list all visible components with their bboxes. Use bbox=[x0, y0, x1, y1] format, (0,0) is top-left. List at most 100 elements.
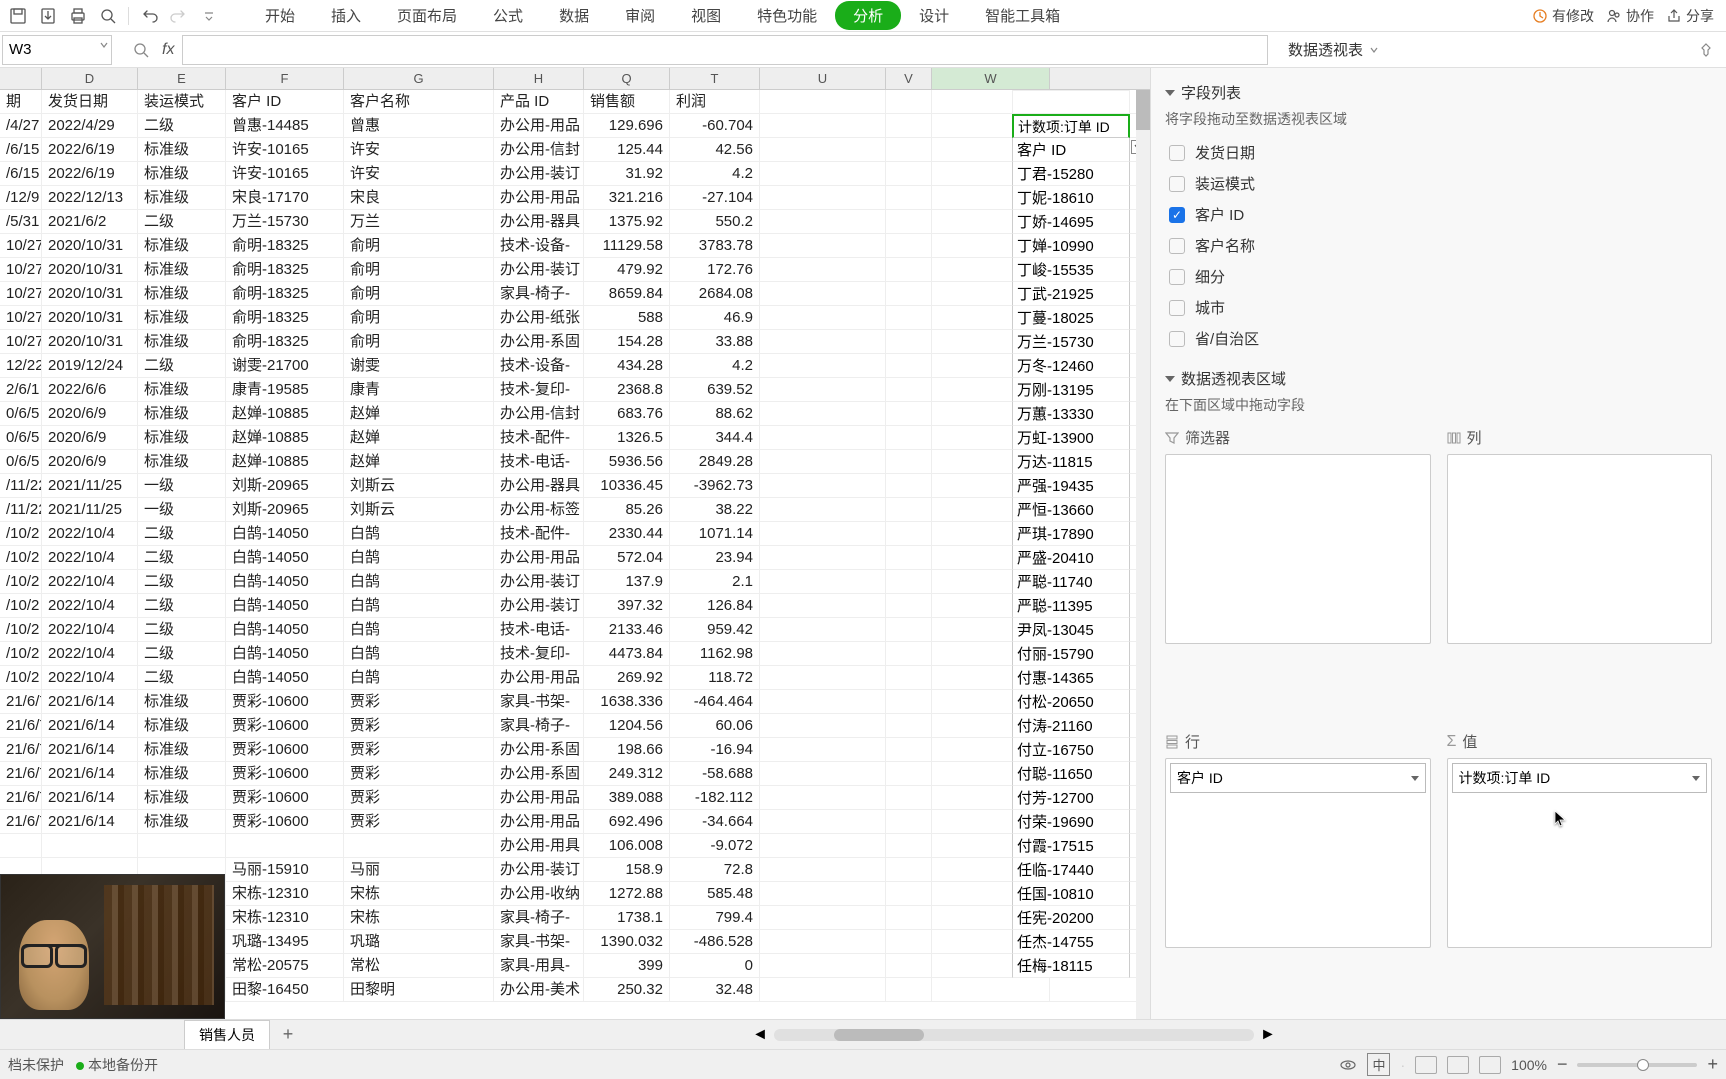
cell[interactable]: 23.94 bbox=[670, 546, 760, 569]
field-item[interactable]: 细分 bbox=[1165, 261, 1712, 292]
cell[interactable]: 田黎明 bbox=[344, 978, 494, 1001]
cell[interactable] bbox=[886, 498, 932, 521]
cell[interactable]: 万兰-15730 bbox=[226, 210, 344, 233]
cell[interactable]: 2684.08 bbox=[670, 282, 760, 305]
cell[interactable] bbox=[886, 978, 932, 1001]
cell[interactable]: /5/31 bbox=[0, 210, 42, 233]
save-icon[interactable] bbox=[4, 3, 32, 29]
cell[interactable] bbox=[760, 786, 886, 809]
col-header[interactable]: V bbox=[886, 68, 932, 89]
cell[interactable]: 白鹄-14050 bbox=[226, 594, 344, 617]
name-box[interactable]: W3 bbox=[2, 35, 112, 65]
cell[interactable]: 一级 bbox=[138, 474, 226, 497]
cell[interactable]: 1071.14 bbox=[670, 522, 760, 545]
undo-icon[interactable] bbox=[135, 3, 163, 29]
cell[interactable]: 21/6/7 bbox=[0, 690, 42, 713]
cell[interactable]: 118.72 bbox=[670, 666, 760, 689]
cell[interactable] bbox=[760, 882, 886, 905]
cell[interactable]: 技术-配件- bbox=[494, 426, 584, 449]
cell[interactable]: 标准级 bbox=[138, 450, 226, 473]
cell[interactable] bbox=[760, 642, 886, 665]
cell[interactable]: 办公用-器具 bbox=[494, 210, 584, 233]
cell[interactable] bbox=[760, 858, 886, 881]
cell[interactable] bbox=[886, 570, 932, 593]
cell[interactable]: 马丽 bbox=[344, 858, 494, 881]
cell[interactable]: 办公用-系固 bbox=[494, 762, 584, 785]
cell[interactable]: 谢雯 bbox=[344, 354, 494, 377]
cell[interactable]: 标准级 bbox=[138, 738, 226, 761]
header-cell[interactable]: 发货日期 bbox=[42, 90, 138, 113]
cell[interactable]: -464.464 bbox=[670, 690, 760, 713]
col-header[interactable]: H bbox=[494, 68, 584, 89]
cell[interactable] bbox=[760, 378, 886, 401]
cell[interactable]: 1738.1 bbox=[584, 906, 670, 929]
cell[interactable]: 二级 bbox=[138, 570, 226, 593]
cell[interactable]: 959.42 bbox=[670, 618, 760, 641]
cell[interactable] bbox=[886, 210, 932, 233]
cell[interactable]: 白鹄 bbox=[344, 522, 494, 545]
cell[interactable]: 1390.032 bbox=[584, 930, 670, 953]
cell[interactable]: 二级 bbox=[138, 210, 226, 233]
table-row[interactable]: /5/312021/6/2二级万兰-15730万兰办公用-器具1375.9255… bbox=[0, 210, 1150, 234]
rows-area[interactable]: 行 客户 ID bbox=[1165, 731, 1431, 1019]
cell[interactable]: 2020/6/9 bbox=[42, 450, 138, 473]
table-row[interactable]: 办公用-用具106.008-9.072 bbox=[0, 834, 1150, 858]
cell[interactable] bbox=[886, 906, 932, 929]
cell[interactable]: 技术-复印- bbox=[494, 642, 584, 665]
cell[interactable]: 技术-设备- bbox=[494, 354, 584, 377]
cell[interactable]: 办公用-美术 bbox=[494, 978, 584, 1001]
cell[interactable]: 38.22 bbox=[670, 498, 760, 521]
cell[interactable]: 0/6/5 bbox=[0, 402, 42, 425]
cell[interactable]: 标准级 bbox=[138, 786, 226, 809]
cell[interactable] bbox=[886, 426, 932, 449]
save-as-icon[interactable] bbox=[34, 3, 62, 29]
cell[interactable]: 办公用-信封 bbox=[494, 138, 584, 161]
cell[interactable]: 俞明-18325 bbox=[226, 258, 344, 281]
pivot-data-cell[interactable]: 万刚-13195 bbox=[1012, 378, 1130, 402]
cell[interactable]: 许安 bbox=[344, 138, 494, 161]
cell[interactable] bbox=[886, 834, 932, 857]
ribbon-tab-1[interactable]: 插入 bbox=[313, 0, 379, 32]
pivot-data-cell[interactable]: 尹凤-13045 bbox=[1012, 618, 1130, 642]
cell[interactable] bbox=[760, 402, 886, 425]
col-header[interactable]: D bbox=[42, 68, 138, 89]
cell[interactable]: -27.104 bbox=[670, 186, 760, 209]
cell[interactable]: 2020/6/9 bbox=[42, 402, 138, 425]
pivot-header-cell[interactable]: 计数项:订单 ID bbox=[1012, 114, 1130, 138]
cell[interactable]: 曾惠-14485 bbox=[226, 114, 344, 137]
cell[interactable] bbox=[886, 882, 932, 905]
cell[interactable]: 贾彩-10600 bbox=[226, 690, 344, 713]
cell[interactable]: 11129.58 bbox=[584, 234, 670, 257]
cell[interactable]: 172.76 bbox=[670, 258, 760, 281]
cell[interactable]: 799.4 bbox=[670, 906, 760, 929]
cell[interactable]: 46.9 bbox=[670, 306, 760, 329]
pivot-data-cell[interactable]: 万冬-12460 bbox=[1012, 354, 1130, 378]
pivot-data-cell[interactable]: 任梅-18115 bbox=[1012, 954, 1130, 978]
cell[interactable]: 692.496 bbox=[584, 810, 670, 833]
cell[interactable]: -58.688 bbox=[670, 762, 760, 785]
cell[interactable] bbox=[886, 858, 932, 881]
pivot-data-cell[interactable]: 严强-19435 bbox=[1012, 474, 1130, 498]
cell[interactable]: 许安-10165 bbox=[226, 162, 344, 185]
cell[interactable]: 贾彩 bbox=[344, 762, 494, 785]
vertical-scrollbar[interactable] bbox=[1136, 90, 1150, 1019]
table-row[interactable]: 12/222019/12/24二级谢雯-21700谢雯技术-设备-434.284… bbox=[0, 354, 1150, 378]
table-row[interactable]: 21/6/72021/6/14标准级贾彩-10600贾彩办公用-用品692.49… bbox=[0, 810, 1150, 834]
pivot-data-cell[interactable]: 万蕙-13330 bbox=[1012, 402, 1130, 426]
cell[interactable]: 2021/6/2 bbox=[42, 210, 138, 233]
cell[interactable]: 129.696 bbox=[584, 114, 670, 137]
cell[interactable] bbox=[886, 930, 932, 953]
header-cell[interactable]: 客户名称 bbox=[344, 90, 494, 113]
cell[interactable]: 85.26 bbox=[584, 498, 670, 521]
cell[interactable] bbox=[760, 330, 886, 353]
cell[interactable]: 250.32 bbox=[584, 978, 670, 1001]
cell[interactable]: 常松 bbox=[344, 954, 494, 977]
cell[interactable] bbox=[760, 426, 886, 449]
cell[interactable]: 办公用-用品 bbox=[494, 810, 584, 833]
print-icon[interactable] bbox=[64, 3, 92, 29]
cell[interactable]: 田黎-16450 bbox=[226, 978, 344, 1001]
cell[interactable] bbox=[886, 114, 932, 137]
cell[interactable]: 二级 bbox=[138, 618, 226, 641]
cell[interactable]: 321.216 bbox=[584, 186, 670, 209]
cell[interactable]: 21/6/7 bbox=[0, 714, 42, 737]
